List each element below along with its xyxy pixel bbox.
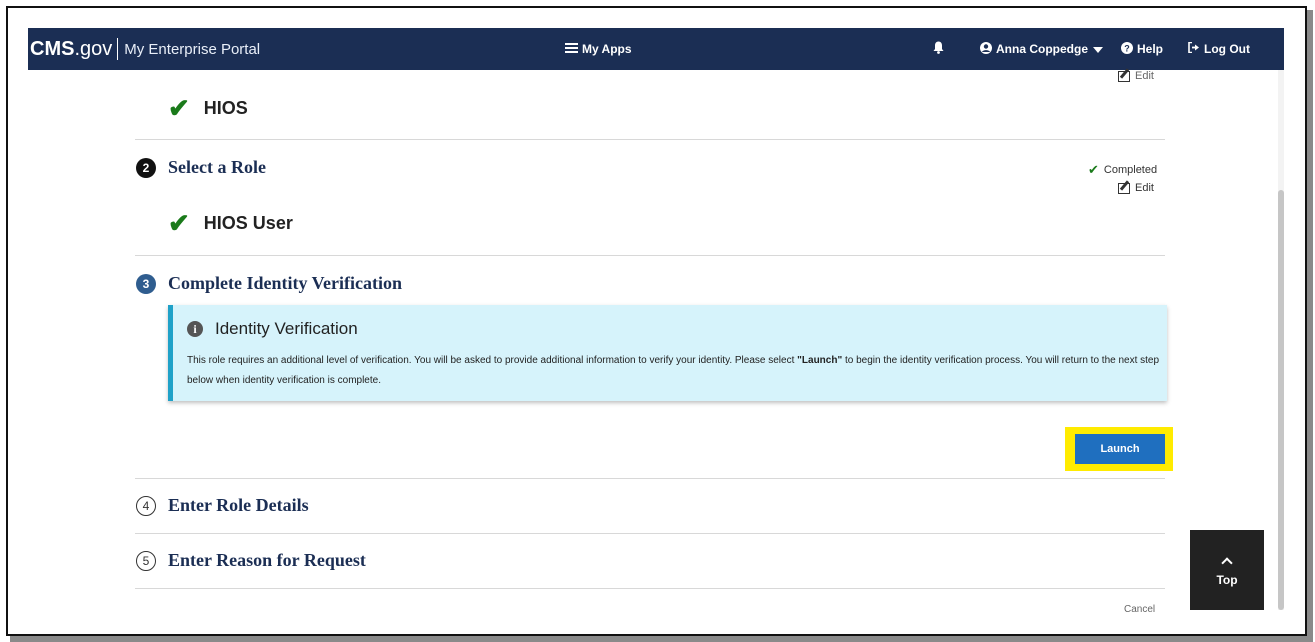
alert-text-launch-bold: "Launch" <box>797 355 843 366</box>
step2-number: 2 <box>136 157 156 178</box>
step4-header: 4 Enter Role Details <box>136 495 309 516</box>
alert-body: This role requires an additional level o… <box>187 351 1162 391</box>
step3-header: 3 Complete Identity Verification <box>136 273 402 294</box>
divider <box>135 533 1165 534</box>
step4-number: 4 <box>136 495 156 516</box>
selected-role: ✔ HIOS User <box>168 208 293 239</box>
step3-title: Complete Identity Verification <box>168 273 402 293</box>
step2-edit-label: Edit <box>1135 182 1154 194</box>
notifications-button[interactable] <box>933 28 944 70</box>
my-apps-label: My Apps <box>582 42 632 56</box>
step5-number: 5 <box>136 550 156 571</box>
svg-text:?: ? <box>1124 43 1130 53</box>
caret-down-icon <box>1093 42 1103 56</box>
list-icon <box>565 42 578 56</box>
info-icon: i <box>187 321 203 337</box>
top-label: Top <box>1216 573 1238 587</box>
divider <box>135 478 1165 479</box>
divider <box>135 588 1165 589</box>
user-circle-icon <box>980 41 992 57</box>
step2-edit-link[interactable]: Edit <box>1118 182 1154 194</box>
brand[interactable]: CMS .gov My Enterprise Portal <box>30 37 260 61</box>
help-label: Help <box>1137 42 1164 56</box>
question-circle-icon: ? <box>1121 41 1133 57</box>
frame-shadow-right <box>1307 10 1313 640</box>
divider <box>135 255 1165 256</box>
identity-verification-alert: i Identity Verification This role requir… <box>168 305 1167 401</box>
help-link[interactable]: ? Help <box>1121 28 1163 70</box>
alert-text-part1: This role requires an additional level o… <box>187 355 798 366</box>
brand-cms: CMS <box>30 37 75 60</box>
step2-header: 2 Select a Role <box>136 157 266 178</box>
step4-title: Enter Role Details <box>168 495 309 515</box>
logout-link[interactable]: Log Out <box>1188 28 1250 70</box>
edit-icon <box>1118 70 1130 82</box>
selected-role-label: HIOS User <box>203 213 293 233</box>
check-icon: ✔ <box>1088 162 1099 177</box>
alert-header: i Identity Verification <box>187 319 358 339</box>
step2-title: Select a Role <box>168 157 266 177</box>
divider <box>135 139 1165 140</box>
step1-edit-label: Edit <box>1135 70 1154 82</box>
edit-icon <box>1118 182 1130 194</box>
logout-label: Log Out <box>1204 42 1250 56</box>
back-to-top-button[interactable]: Top <box>1190 530 1264 610</box>
check-icon: ✔ <box>168 93 190 123</box>
frame-shadow-bottom <box>10 636 1313 642</box>
alert-title: Identity Verification <box>215 319 358 338</box>
check-icon: ✔ <box>168 208 190 238</box>
my-apps-link[interactable]: My Apps <box>565 28 632 70</box>
portal-title: My Enterprise Portal <box>124 40 261 58</box>
selected-app-label: HIOS <box>203 98 248 118</box>
brand-gov: .gov <box>74 37 113 60</box>
step2-status-label: Completed <box>1103 164 1158 176</box>
top-navbar: CMS .gov My Enterprise Portal My Apps Ann… <box>28 28 1284 70</box>
chevron-up-icon <box>1221 557 1233 569</box>
bell-icon <box>933 41 944 57</box>
selected-app: ✔ HIOS <box>168 93 248 124</box>
user-menu[interactable]: Anna Coppedge <box>980 28 1103 70</box>
step1-edit-link[interactable]: Edit <box>1118 70 1154 82</box>
step2-status: ✔ Completed <box>1088 162 1157 178</box>
step5-header: 5 Enter Reason for Request <box>136 550 366 571</box>
step5-title: Enter Reason for Request <box>168 550 366 570</box>
sign-out-icon <box>1188 41 1200 56</box>
cancel-link[interactable]: Cancel <box>1124 604 1155 615</box>
launch-button[interactable]: Launch <box>1075 434 1165 464</box>
brand-separator <box>117 38 119 60</box>
user-name: Anna Coppedge <box>996 42 1088 56</box>
scrollbar-thumb[interactable] <box>1278 190 1284 610</box>
step3-number: 3 <box>136 273 156 294</box>
